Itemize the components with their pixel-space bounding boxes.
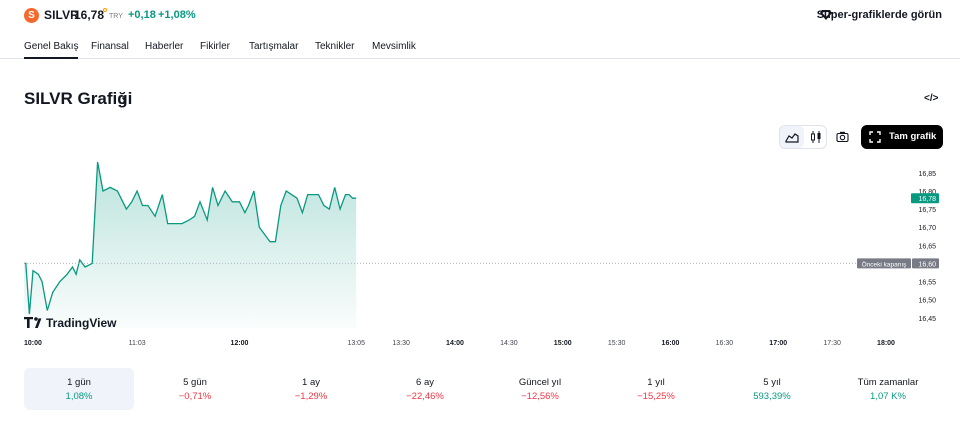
tab-discussions[interactable]: Tartışmalar: [249, 41, 298, 52]
currency-label: TRY: [109, 13, 123, 20]
price-change-percent: +1,08%: [158, 9, 196, 21]
period-change: −0,71%: [178, 391, 212, 402]
period-1y[interactable]: 1 yıl −15,25%: [601, 368, 711, 410]
price-change: +0,18: [128, 9, 156, 21]
period-1m[interactable]: 1 ay −1,29%: [256, 368, 366, 410]
full-chart-label: Tam grafik: [889, 131, 937, 142]
period-6m[interactable]: 6 ay −22,46%: [370, 368, 480, 410]
period-label: 6 ay: [416, 377, 434, 388]
market-status-icon: [103, 8, 107, 12]
symbol-header: S SILVR 16,78 TRY +0,18 +1,08% Süper-gra…: [0, 0, 960, 32]
x-tick-label: 13:05: [347, 340, 365, 347]
fullscreen-icon: [869, 131, 881, 143]
chevron-right-icon[interactable]: ›: [121, 90, 127, 110]
x-tick-label: 11:03: [129, 340, 146, 347]
period-label: 5 gün: [183, 377, 207, 388]
x-tick-label: 14:00: [446, 340, 464, 347]
tab-seasonals[interactable]: Mevsimlik: [372, 41, 416, 52]
price-area-fill: [24, 162, 357, 328]
watermark-text: TradingView: [46, 316, 117, 330]
x-tick-label: 18:00: [877, 340, 895, 347]
tab-ideas[interactable]: Fikirler: [200, 41, 230, 52]
super-charts-link[interactable]: Süper-grafiklerde görün: [817, 9, 942, 21]
period-label: 5 yıl: [763, 377, 781, 388]
period-all[interactable]: Tüm zamanlar 1,07 K%: [833, 368, 943, 410]
full-chart-button[interactable]: Tam grafik: [861, 125, 943, 149]
tab-news[interactable]: Haberler: [145, 41, 183, 52]
period-change: 1,07 K%: [870, 391, 906, 402]
x-tick-label: 12:00: [231, 340, 249, 347]
period-5y[interactable]: 5 yıl 593,39%: [717, 368, 827, 410]
price-chart[interactable]: TradingView 16,8516,8016,7516,7016,6516,…: [0, 150, 960, 350]
x-tick-label: 13:30: [392, 340, 410, 347]
x-tick-label: 14:30: [500, 340, 518, 347]
period-label: 1 ay: [302, 377, 320, 388]
tab-technicals[interactable]: Teknikler: [315, 41, 354, 52]
y-tick-label: 16,85: [918, 171, 936, 178]
x-tick-label: 15:30: [608, 340, 626, 347]
y-tick-label: 16,45: [918, 316, 936, 323]
period-label: Tüm zamanlar: [857, 377, 919, 388]
y-tick-label: 16,55: [918, 280, 936, 287]
x-tick-label: 16:30: [716, 340, 734, 347]
period-5d[interactable]: 5 gün −0,71%: [140, 368, 250, 410]
period-change: −15,25%: [637, 391, 675, 402]
prev-close-badge-text: Önceki kapanış: [862, 260, 908, 268]
y-tick-label: 16,70: [918, 225, 936, 232]
period-ytd[interactable]: Güncel yıl −12,56%: [485, 368, 595, 410]
period-change: 593,39%: [753, 391, 791, 402]
period-label: 1 gün: [67, 377, 91, 388]
x-tick-label: 15:00: [554, 340, 572, 347]
x-tick-label: 17:00: [769, 340, 787, 347]
period-label: 1 yıl: [647, 377, 665, 388]
candlestick-icon[interactable]: [804, 126, 828, 148]
prev-close-value-label: 16,60: [918, 261, 936, 268]
tab-financials[interactable]: Finansal: [91, 41, 129, 52]
last-price-badge-label: 16,78: [918, 196, 936, 203]
period-1d[interactable]: 1 gün 1,08%: [24, 368, 134, 410]
y-tick-label: 16,75: [918, 207, 936, 214]
period-change: 1,08%: [65, 391, 93, 402]
chart-style-switch: [779, 125, 827, 149]
period-change: −22,46%: [406, 391, 444, 402]
symbol-logo: S: [24, 8, 39, 23]
period-label: Güncel yıl: [518, 377, 562, 388]
x-tick-label: 17:30: [823, 340, 841, 347]
last-price: 16,78: [74, 8, 105, 22]
code-icon[interactable]: </>: [924, 93, 938, 104]
period-change: −12,56%: [521, 391, 559, 402]
period-selector: 1 gün 1,08% 5 gün −0,71% 1 ay −1,29% 6 a…: [24, 368, 944, 410]
camera-icon[interactable]: [832, 127, 852, 147]
x-tick-label: 16:00: [662, 340, 680, 347]
y-tick-label: 16,65: [918, 243, 936, 250]
area-chart-icon[interactable]: [780, 126, 804, 148]
chart-title[interactable]: SILVR Grafiği: [24, 89, 132, 109]
section-tabs: Genel Bakış Finansal Haberler Fikirler T…: [0, 32, 960, 59]
period-change: −1,29%: [294, 391, 328, 402]
x-tick-label: 10:00: [24, 340, 42, 347]
y-tick-label: 16,50: [918, 298, 936, 305]
tab-overview[interactable]: Genel Bakış: [24, 41, 79, 59]
